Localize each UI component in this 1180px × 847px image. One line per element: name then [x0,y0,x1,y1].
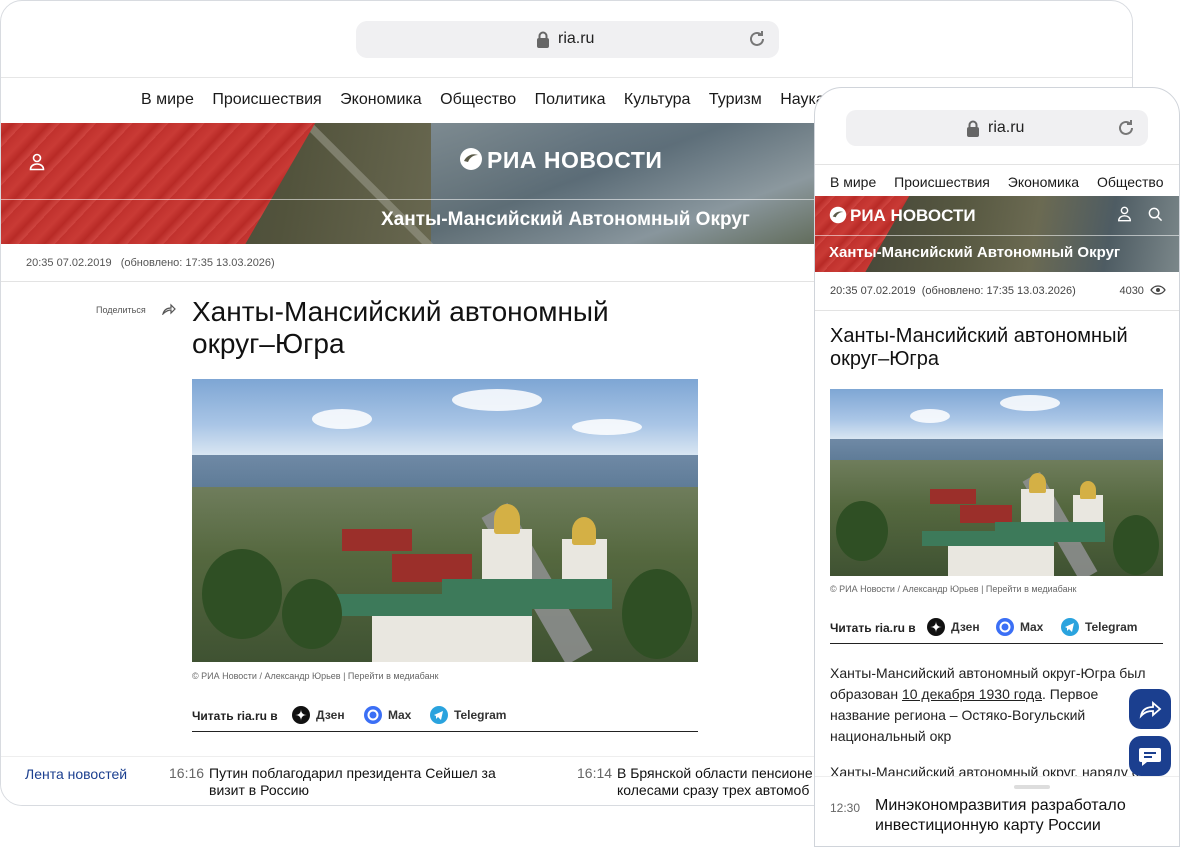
date-link[interactable]: 10 декабря 1930 года [902,686,1042,702]
news-text: Минэкономразвития разработало инвестицио… [875,797,1126,834]
nav-item-world[interactable]: В мире [141,91,194,108]
dzen-icon [292,706,310,724]
news-time: 12:30 [830,801,861,815]
telegram-icon [430,706,448,724]
updated-time: (обновлено: 17:35 13.03.2026) [120,257,275,269]
article-photo[interactable] [192,379,698,662]
max-icon [364,706,382,724]
chat-icon [1139,748,1161,766]
ria-logo-icon [460,148,482,170]
nav-item-economy[interactable]: Экономика [340,91,422,108]
telegram-link[interactable]: Telegram [1061,618,1137,638]
lock-icon [967,120,979,137]
chat-fab-button[interactable] [1129,736,1171,776]
news-text: Путин поблагодарил президента Сейшел за … [209,765,496,798]
nav-item-economy[interactable]: Экономика [1008,174,1079,190]
max-icon [996,618,1014,636]
news-feed-label[interactable]: Лента новостей [25,766,127,782]
nav-item-society[interactable]: Общество [1097,174,1164,190]
nav-item-tourism[interactable]: Туризм [709,91,762,108]
lock-icon [537,31,549,48]
mediabank-link[interactable]: Перейти в медиабанк [986,584,1077,594]
nav-item-politics[interactable]: Политика [535,91,606,108]
article-meta: 20:35 07.02.2019 (обновлено: 17:35 13.03… [830,285,1166,297]
address-host: ria.ru [988,119,1025,136]
max-link[interactable]: Max [364,706,411,726]
photo-caption: © РИА Новости / Александр Юрьев | Перейт… [830,584,1077,594]
address-bar[interactable]: ria.ru [356,21,779,58]
read-in-bar: Читать ria.ru в Дзен Max Telegram [192,706,698,732]
dzen-icon [927,618,945,636]
article-meta: 20:35 07.02.2019 (обновлено: 17:35 13.03… [26,257,281,269]
search-icon[interactable] [1148,207,1163,222]
share-icon[interactable] [162,303,176,315]
telegram-link[interactable]: Telegram [430,706,506,726]
section-title[interactable]: Ханты-Мансийский Автономный Округ [381,209,750,231]
section-title[interactable]: Ханты-Мансийский Автономный Округ [829,244,1120,261]
address-host: ria.ru [558,30,595,47]
user-icon[interactable] [29,153,45,171]
share-fab-button[interactable] [1129,689,1171,729]
read-in-bar: Читать ria.ru в Дзен Max Telegram [830,618,1163,644]
news-time: 16:16 [169,765,205,781]
nav-item-incidents[interactable]: Происшествия [894,174,990,190]
nav-item-society[interactable]: Общество [440,91,516,108]
logo-text: РИА НОВОСТИ [487,147,663,173]
logo-text: РИА НОВОСТИ [850,206,976,225]
share-icon [1139,701,1162,719]
share-label[interactable]: Поделиться [96,305,146,315]
news-text: В Брянской области пенсионе колесами сра… [617,765,813,798]
ria-logo-icon [829,206,847,224]
nav-item-incidents[interactable]: Происшествия [212,91,321,108]
max-link[interactable]: Max [996,618,1043,638]
article-title: Ханты-Мансийский автономный округ–Югра [192,296,609,359]
reload-icon[interactable] [1116,118,1136,138]
ria-logo[interactable]: РИА НОВОСТИ [459,147,662,174]
published-time: 20:35 07.02.2019 [830,285,916,297]
user-icon[interactable] [1117,206,1132,222]
published-time: 20:35 07.02.2019 [26,257,112,269]
article-title: Ханты-Мансийский автономный округ–Югра [830,325,1128,370]
updated-time: (обновлено: 17:35 13.03.2026) [921,285,1076,297]
reload-icon[interactable] [747,29,767,49]
phone-header-banner: РИА НОВОСТИ Ханты-Мансийский Автономный … [815,196,1179,272]
read-in-label: Читать ria.ru в [830,621,916,635]
header-banner: РИА НОВОСТИ Ханты-Мансийский Автономный … [1,123,831,244]
nav-item-world[interactable]: В мире [830,174,876,190]
ria-logo[interactable]: РИА НОВОСТИ [829,206,976,226]
news-time: 16:14 [577,765,613,781]
drag-handle[interactable] [1014,785,1050,789]
phone-address-bar[interactable]: ria.ru [846,110,1148,146]
telegram-icon [1061,618,1079,636]
photo-caption: © РИА Новости / Александр Юрьев | Перейт… [192,671,439,681]
mediabank-link[interactable]: Перейти в медиабанк [348,671,439,681]
phone-news-feed[interactable]: 12:30 Минэкономразвития разработало инве… [815,776,1179,846]
dzen-link[interactable]: Дзен [927,618,980,638]
article-paragraph: Ханты-Мансийский автономный округ-Югра б… [830,665,1146,744]
views-count: 4030 [1119,285,1144,297]
photo-credit: © РИА Новости / Александр Юрьев [830,584,979,594]
nav-item-culture[interactable]: Культура [624,91,691,108]
eye-icon [1150,285,1166,295]
photo-credit: © РИА Новости / Александр Юрьев [192,671,341,681]
article-photo[interactable] [830,389,1163,576]
dzen-link[interactable]: Дзен [292,706,345,726]
views-counter: 4030 [1119,285,1166,297]
read-in-label: Читать ria.ru в [192,709,278,723]
phone-top-nav: В мире Происшествия Экономика Общество П… [815,164,1179,196]
phone-browser-window: ria.ru В мире Происшествия Экономика Общ… [814,87,1180,847]
